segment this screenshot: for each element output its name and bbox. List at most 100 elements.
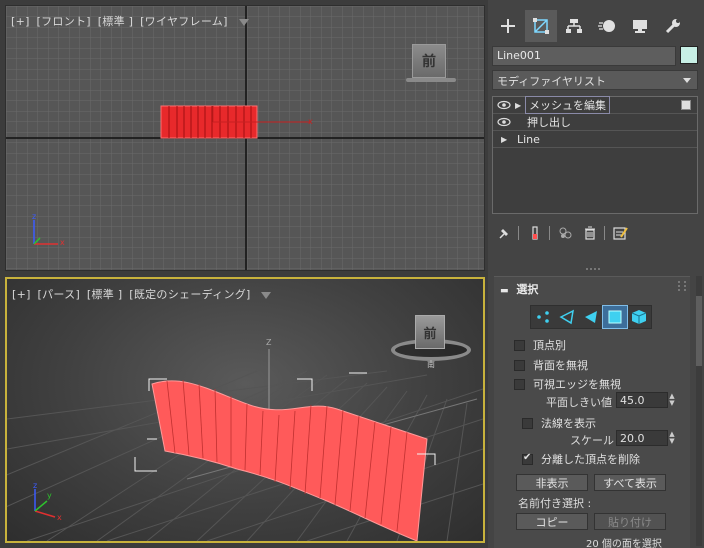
front-viewcube[interactable]: 前 xyxy=(412,44,446,78)
scrollbar-thumb[interactable] xyxy=(696,296,702,366)
viewport-shading-menu[interactable]: [ワイヤフレーム] xyxy=(140,15,228,28)
axis-y-label: y xyxy=(47,491,52,500)
planar-threshold-spinner[interactable]: 45.0 ▲ ▼ xyxy=(616,392,676,408)
viewport-standard-menu[interactable]: [標準 ] xyxy=(98,15,134,28)
level-vertex-button[interactable] xyxy=(531,306,555,328)
copy-button[interactable]: コピー xyxy=(516,513,588,530)
viewport-standard-menu[interactable]: [標準 ] xyxy=(87,288,123,301)
stack-item-label: 押し出し xyxy=(527,116,571,129)
hierarchy-tab[interactable] xyxy=(558,10,590,42)
stack-item-edit-mesh[interactable]: ▶ メッシュを編集 xyxy=(493,96,697,114)
object-color-swatch[interactable] xyxy=(680,46,698,64)
object-name-field[interactable]: Line001 xyxy=(492,46,677,66)
command-panel: Line001 モディファイヤリスト ▶ メッシュを編集 押し出し ▶ Line xyxy=(488,0,704,548)
utilities-tab[interactable] xyxy=(657,10,689,42)
ignore-backfacing-checkbox[interactable] xyxy=(514,359,525,371)
modify-tab[interactable] xyxy=(525,10,557,42)
spinner-arrows-icon[interactable]: ▲ ▼ xyxy=(668,393,676,407)
viewport-shading-menu[interactable]: [既定のシェーディング] xyxy=(129,288,250,301)
viewcube-face-label: 前 xyxy=(422,54,436,70)
expand-triangle-icon[interactable]: ▶ xyxy=(501,135,511,144)
configure-sets-icon xyxy=(613,227,628,240)
chevron-down-icon xyxy=(683,78,691,83)
ribbon-mesh[interactable] xyxy=(151,379,428,541)
panel-resize-grip[interactable] xyxy=(586,268,600,270)
ignore-backfacing-option[interactable]: 背面を無視 xyxy=(514,357,588,373)
viewport-plus-menu[interactable]: [+] xyxy=(11,15,30,28)
configure-modifier-sets-button[interactable] xyxy=(611,224,631,242)
front-viewport-label[interactable]: [+] [フロント] [標準 ] [ワイヤフレーム] xyxy=(11,13,252,29)
stack-item-extrude[interactable]: 押し出し xyxy=(493,114,697,131)
pin-stack-button[interactable] xyxy=(494,224,514,242)
command-panel-tabs xyxy=(492,10,698,42)
level-polygon-button[interactable] xyxy=(602,305,628,329)
front-viewport[interactable]: x [+] [フロント] [標準 ] [ワイヤフレーム] z x 前 xyxy=(5,5,485,271)
compass-south-label: 南 xyxy=(427,360,435,369)
delete-isolated-vertices-option[interactable]: 分離した頂点を削除 xyxy=(522,451,640,467)
show-end-result-button[interactable] xyxy=(525,224,545,242)
trash-icon xyxy=(585,226,595,240)
motion-tab[interactable] xyxy=(591,10,623,42)
hide-button[interactable]: 非表示 xyxy=(516,474,588,491)
persp-axis-tripod xyxy=(34,489,56,518)
unhide-all-button[interactable]: すべて表示 xyxy=(594,474,666,491)
eye-icon[interactable] xyxy=(493,100,515,110)
level-face-button[interactable] xyxy=(579,306,603,328)
spinner-arrows-icon[interactable]: ▲ ▼ xyxy=(668,431,676,445)
vertex-icon xyxy=(537,311,549,323)
modifier-stack: ▶ メッシュを編集 押し出し ▶ Line xyxy=(492,96,698,214)
scale-field[interactable]: 20.0 xyxy=(616,430,668,446)
paste-button[interactable]: 貼り付け xyxy=(594,513,666,530)
collapse-marker-icon: ▬ xyxy=(500,286,509,296)
stack-item-line[interactable]: ▶ Line xyxy=(493,131,697,148)
modifier-list-dropdown[interactable]: モディファイヤリスト xyxy=(492,70,698,90)
viewport-point-of-view-menu[interactable]: [パース] xyxy=(38,288,81,301)
level-edge-button[interactable] xyxy=(555,306,579,328)
perspective-viewport-label[interactable]: [+] [パース] [標準 ] [既定のシェーディング] xyxy=(12,286,274,302)
show-normals-option[interactable]: 法線を表示 xyxy=(522,415,596,431)
by-vertex-checkbox[interactable] xyxy=(514,339,525,351)
end-result-icon xyxy=(532,226,538,240)
stack-item-label: Line xyxy=(517,132,540,146)
named-selection-label: 名前付き選択 : xyxy=(518,497,592,510)
persp-gizmo-z-label: Z xyxy=(266,338,272,347)
plus-icon xyxy=(501,19,515,33)
selection-rollout-header[interactable]: ▬ 選択 xyxy=(494,277,690,297)
rollout-drag-handle[interactable] xyxy=(678,281,686,291)
perspective-viewport[interactable]: Z [+] [パース] [標準 ] [既定のシェーディング] z x y 前 南 xyxy=(5,277,485,543)
create-tab[interactable] xyxy=(492,10,524,42)
show-normals-checkbox[interactable] xyxy=(522,417,533,429)
display-icon xyxy=(633,20,647,33)
stack-item-checkbox[interactable] xyxy=(681,100,691,110)
delete-isolated-vertices-label: 分離した頂点を削除 xyxy=(541,453,640,466)
scale-spinner[interactable]: 20.0 ▲ ▼ xyxy=(616,430,676,446)
expand-triangle-icon[interactable]: ▶ xyxy=(515,101,525,110)
selection-info-text: 20 個の面を選択 xyxy=(586,539,662,548)
ignore-visible-edges-checkbox[interactable] xyxy=(514,378,525,390)
planar-threshold-field[interactable]: 45.0 xyxy=(616,392,668,408)
make-unique-button[interactable] xyxy=(556,224,576,242)
hierarchy-icon xyxy=(566,19,582,33)
planar-threshold-label: 平面しきい値 : xyxy=(546,396,620,409)
viewport-plus-menu[interactable]: [+] xyxy=(12,288,31,301)
ignore-visible-edges-option[interactable]: 可視エッジを無視 xyxy=(514,376,621,392)
modifier-list-label: モディファイヤリスト xyxy=(497,75,606,88)
by-vertex-option[interactable]: 頂点別 xyxy=(514,337,566,353)
eye-icon[interactable] xyxy=(493,117,515,127)
scale-label: スケール : xyxy=(570,434,622,447)
level-element-button[interactable] xyxy=(627,306,651,328)
viewport-point-of-view-menu[interactable]: [フロント] xyxy=(37,15,91,28)
delete-isolated-vertices-checkbox[interactable] xyxy=(522,452,533,465)
axis-x-label: x xyxy=(60,238,65,247)
viewcube-base xyxy=(406,78,456,82)
persp-viewcube[interactable]: 前 xyxy=(415,315,445,349)
display-tab[interactable] xyxy=(624,10,656,42)
edge-icon xyxy=(559,309,574,325)
filter-icon[interactable] xyxy=(261,291,272,299)
motion-icon xyxy=(598,20,615,32)
command-panel-scrollbar[interactable] xyxy=(696,276,702,546)
remove-modifier-button[interactable] xyxy=(580,224,600,242)
make-unique-icon xyxy=(559,227,572,239)
selection-rollout: ▬ 選択 頂点別 背面を無視 可視エッジを無視 平面しきい値: 45.0 ▲ … xyxy=(494,276,690,548)
filter-icon[interactable] xyxy=(238,18,249,26)
